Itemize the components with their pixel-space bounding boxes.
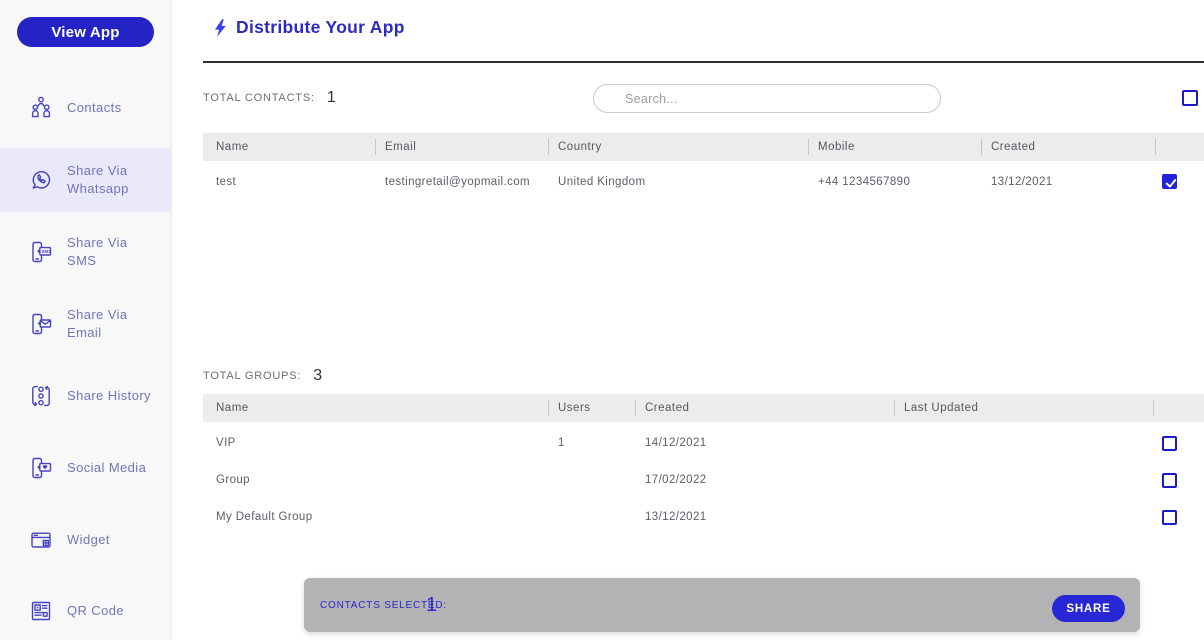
group-created: 17/02/2022 <box>645 474 707 486</box>
sidebar-item-label: Contacts <box>67 100 122 116</box>
table-row: test testingretail@yopmail.com United Ki… <box>203 161 1204 203</box>
whatsapp-icon <box>27 166 55 194</box>
contact-country: United Kingdom <box>558 176 646 188</box>
contacts-icon <box>27 94 55 122</box>
sms-icon: SMS <box>27 238 55 266</box>
column-divider <box>1153 400 1154 416</box>
total-groups: TOTAL GROUPS: 3 <box>203 367 323 385</box>
selection-footer-bar: CONTACTS SELECTED: 1 SHARE <box>304 578 1140 632</box>
column-header-email: Email <box>385 141 417 153</box>
column-header-country: Country <box>558 141 602 153</box>
group-row-checkbox[interactable] <box>1162 510 1177 525</box>
select-all-contacts-checkbox[interactable] <box>1182 90 1198 106</box>
sidebar-item-widget[interactable]: Widget <box>0 508 171 572</box>
lightning-bolt-icon <box>210 17 230 44</box>
column-header-last-updated: Last Updated <box>904 402 979 414</box>
table-row: Group 17/02/2022 <box>203 462 1204 499</box>
total-contacts: TOTAL CONTACTS: 1 <box>203 89 336 107</box>
sidebar-item-contacts[interactable]: Contacts <box>0 76 171 140</box>
column-divider <box>635 400 636 416</box>
group-created: 14/12/2021 <box>645 437 707 449</box>
group-name: VIP <box>216 437 236 449</box>
contacts-table-header: Name Email Country Mobile Created <box>203 133 1204 161</box>
history-icon <box>27 382 55 410</box>
contacts-selected-value: 1 <box>426 593 438 616</box>
table-row: My Default Group 13/12/2021 <box>203 499 1204 536</box>
sidebar-item-share-via-email[interactable]: Share Via Email <box>0 292 171 356</box>
column-header-name: Name <box>216 402 249 414</box>
sidebar-item-label: Widget <box>67 532 110 548</box>
contact-name: test <box>216 176 237 188</box>
sidebar-item-label: Share Via SMS <box>67 235 128 268</box>
contact-row-checkbox[interactable] <box>1162 174 1177 189</box>
column-divider <box>548 400 549 416</box>
sidebar: View App Contacts Share Via Whatsapp SMS <box>0 0 172 640</box>
group-name: Group <box>216 474 250 486</box>
sidebar-item-social-media[interactable]: Social Media <box>0 436 171 500</box>
email-icon <box>27 310 55 338</box>
contact-email: testingretail@yopmail.com <box>385 176 531 188</box>
qr-code-icon <box>27 597 55 625</box>
sidebar-item-label: Social Media <box>67 460 147 476</box>
group-name: My Default Group <box>216 511 313 523</box>
sidebar-item-label: Share Via Whatsapp <box>67 163 129 196</box>
total-groups-label: TOTAL GROUPS: <box>203 370 302 382</box>
sidebar-item-label: QR Code <box>67 603 124 619</box>
sidebar-item-share-via-sms[interactable]: SMS Share Via SMS <box>0 220 171 284</box>
column-header-mobile: Mobile <box>818 141 855 153</box>
widget-icon <box>27 526 55 554</box>
contact-mobile: +44 1234567890 <box>818 176 911 188</box>
contact-created: 13/12/2021 <box>991 176 1053 188</box>
total-contacts-value: 1 <box>326 89 337 106</box>
sidebar-item-qr-code[interactable]: QR Code <box>0 579 171 640</box>
page-title: Distribute Your App <box>236 17 405 37</box>
group-row-checkbox[interactable] <box>1162 436 1177 451</box>
table-row: VIP 1 14/12/2021 <box>203 425 1204 462</box>
column-header-users: Users <box>558 402 591 414</box>
social-media-icon <box>27 454 55 482</box>
sidebar-item-label: Share Via Email <box>67 307 128 340</box>
group-created: 13/12/2021 <box>645 511 707 523</box>
column-divider <box>808 139 809 155</box>
column-divider <box>375 139 376 155</box>
column-header-created: Created <box>645 402 690 414</box>
search-input[interactable] <box>593 84 941 113</box>
svg-text:SMS: SMS <box>41 249 51 254</box>
column-header-name: Name <box>216 141 249 153</box>
column-divider <box>1155 139 1156 155</box>
sidebar-item-label: Share History <box>67 388 151 404</box>
group-users: 1 <box>558 437 565 449</box>
total-contacts-label: TOTAL CONTACTS: <box>203 92 315 104</box>
column-divider <box>981 139 982 155</box>
column-divider <box>548 139 549 155</box>
column-header-created: Created <box>991 141 1036 153</box>
share-button[interactable]: SHARE <box>1052 595 1125 622</box>
view-app-button[interactable]: View App <box>17 17 154 47</box>
header-divider <box>203 61 1204 63</box>
sidebar-item-share-via-whatsapp[interactable]: Share Via Whatsapp <box>0 148 171 212</box>
groups-table-header: Name Users Created Last Updated <box>203 394 1204 422</box>
column-divider <box>894 400 895 416</box>
sidebar-item-share-history[interactable]: Share History <box>0 364 171 428</box>
group-row-checkbox[interactable] <box>1162 473 1177 488</box>
total-groups-value: 3 <box>313 367 323 384</box>
